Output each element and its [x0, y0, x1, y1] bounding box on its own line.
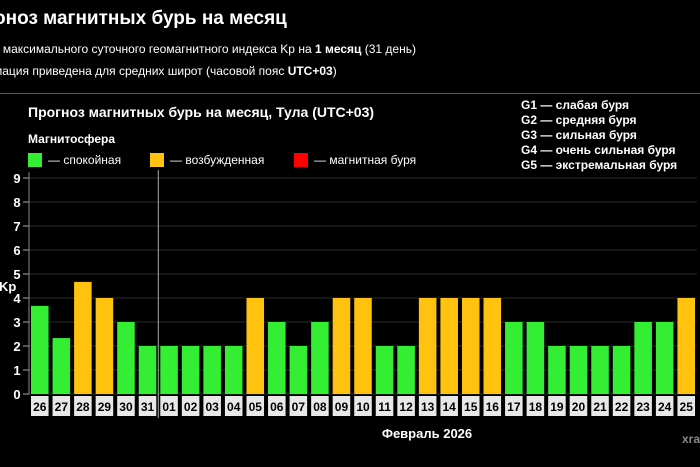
x-tick-label-29: 24: [658, 400, 672, 414]
x-axis-label: Февраль 2026: [382, 426, 472, 441]
bar-24-29: [655, 322, 674, 394]
bar-26-0: [31, 305, 49, 394]
y-tick-label-6: 6: [13, 243, 20, 258]
y-tick-label-0: 0: [13, 387, 20, 402]
bar-27-1: [52, 338, 71, 394]
bar-08-13: [311, 322, 329, 394]
x-tick-label-15: 10: [356, 400, 370, 414]
x-tick-label-30: 25: [680, 400, 694, 414]
x-tick-label-8: 03: [205, 400, 219, 414]
x-tick-label-14: 09: [335, 400, 349, 414]
bar-07-12: [289, 346, 308, 394]
bar-05-10: [246, 298, 265, 394]
bar-02-7: [181, 346, 200, 394]
x-tick-label-3: 29: [98, 400, 112, 414]
bar-31-5: [138, 346, 157, 394]
bar-14-19: [440, 298, 458, 394]
x-tick-label-10: 05: [249, 400, 263, 414]
y-tick-label-7: 7: [13, 219, 20, 234]
x-tick-label-21: 16: [486, 400, 500, 414]
x-tick-label-20: 15: [464, 400, 478, 414]
watermark: xra: [682, 432, 700, 446]
y-tick-label-3: 3: [13, 315, 20, 330]
y-tick-label-8: 8: [13, 195, 20, 210]
bar-17-22: [505, 322, 523, 394]
x-tick-label-12: 07: [292, 400, 306, 414]
kp-bar-chart: 0123456789Kp26 27 28 29 30 31 01 02 03 04 05 06 07 08…: [0, 170, 697, 441]
bar-09-14: [332, 298, 351, 394]
bar-01-6: [160, 346, 178, 394]
bar-20-25: [569, 346, 588, 394]
x-tick-label-19: 14: [443, 400, 457, 414]
bar-04-9: [224, 346, 243, 394]
y-tick-label-1: 1: [13, 363, 20, 378]
x-tick-label-0: 26: [33, 400, 47, 414]
bar-10-15: [354, 298, 372, 394]
x-tick-label-18: 13: [421, 400, 435, 414]
bar-21-26: [591, 346, 609, 394]
x-tick-label-24: 19: [550, 400, 564, 414]
bar-19-24: [548, 346, 566, 394]
bar-29-3: [95, 298, 114, 394]
bar-12-17: [397, 346, 415, 394]
x-tick-label-22: 17: [507, 400, 521, 414]
bar-06-11: [268, 322, 286, 394]
bar-30-4: [117, 322, 135, 394]
x-tick-label-23: 18: [529, 400, 543, 414]
x-tick-label-6: 01: [162, 400, 176, 414]
x-tick-label-17: 12: [399, 400, 413, 414]
bar-13-18: [418, 298, 437, 394]
x-tick-label-7: 02: [184, 400, 198, 414]
x-tick-label-2: 28: [76, 400, 90, 414]
x-tick-label-9: 04: [227, 400, 241, 414]
y-axis-label: Kp: [0, 279, 16, 294]
bar-28-2: [74, 281, 92, 394]
bar-03-8: [203, 346, 221, 394]
x-tick-label-25: 20: [572, 400, 586, 414]
x-tick-label-5: 31: [141, 400, 155, 414]
x-tick-label-26: 21: [593, 400, 607, 414]
x-tick-label-4: 30: [119, 400, 133, 414]
x-tick-label-13: 08: [313, 400, 327, 414]
x-tick-label-16: 11: [378, 400, 391, 414]
bar-22-27: [612, 346, 631, 394]
bar-18-23: [526, 322, 545, 394]
bar-23-28: [634, 322, 652, 394]
x-tick-label-11: 06: [270, 400, 284, 414]
y-tick-label-2: 2: [13, 339, 20, 354]
y-tick-label-9: 9: [13, 171, 20, 186]
bar-25-30: [677, 298, 695, 394]
bar-15-20: [461, 298, 480, 394]
bar-16-21: [483, 298, 502, 394]
x-tick-label-27: 22: [615, 400, 629, 414]
x-tick-label-28: 23: [636, 400, 650, 414]
x-tick-label-1: 27: [55, 400, 69, 414]
bar-11-16: [375, 346, 394, 394]
